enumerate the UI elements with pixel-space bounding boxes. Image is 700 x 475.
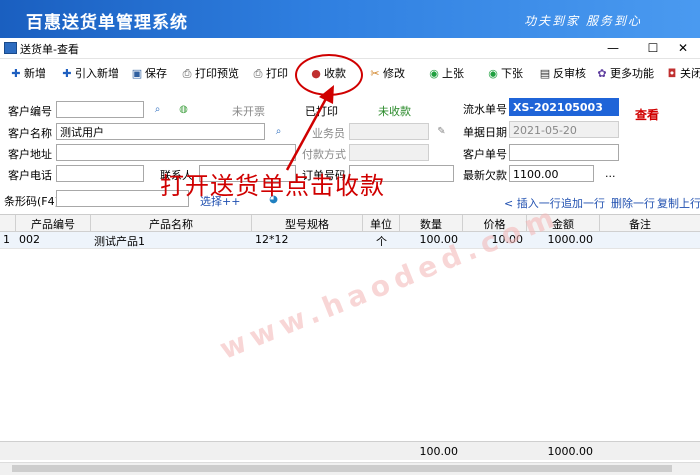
- annotation-caption: 打开送货单点击收款: [160, 172, 385, 200]
- annotation-arrow: [285, 85, 334, 171]
